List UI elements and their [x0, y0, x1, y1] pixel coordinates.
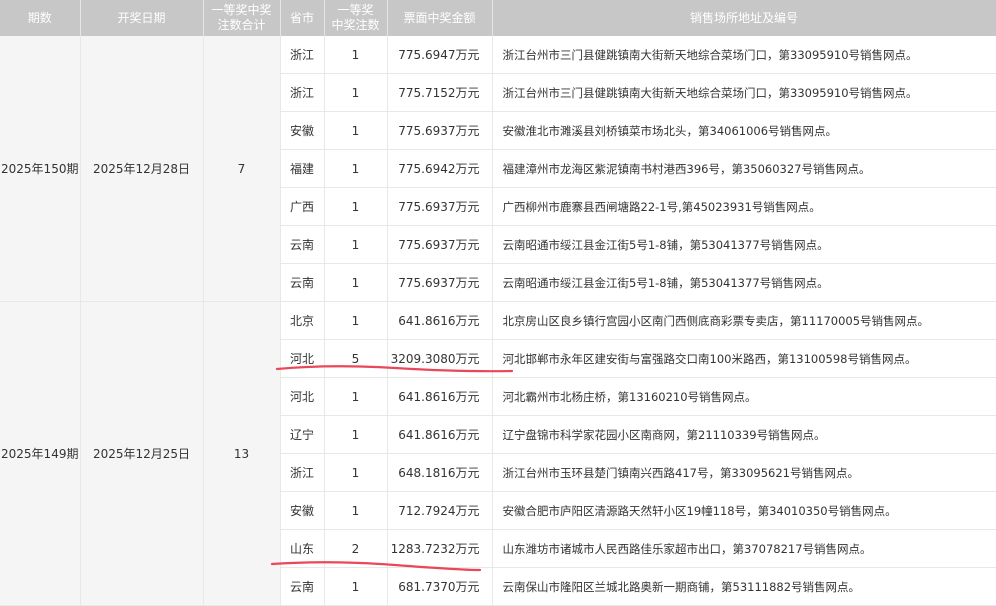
amount-cell: 641.8616万元 — [387, 301, 493, 340]
table-row: 2025年150期 2025年12月28日 7 浙江 1 775.6947万元 … — [0, 36, 996, 302]
amount-cell: 775.6937万元 — [387, 263, 493, 302]
header-issue: 期数 — [0, 0, 81, 36]
address-cell: 浙江台州市三门县健跳镇南大街新天地综合菜场门口，第33095910号销售网点。 — [492, 36, 996, 74]
header-total-line1: 一等奖中奖 — [211, 3, 272, 17]
province-cell: 广西 — [280, 187, 325, 226]
amount-cell: 1283.7232万元 — [387, 529, 493, 568]
count-cell: 1 — [324, 377, 388, 416]
province-cell: 北京 — [280, 301, 325, 340]
province-cell: 云南 — [280, 567, 325, 606]
province-cell: 河北 — [280, 339, 325, 378]
header-total: 一等奖中奖 注数合计 — [203, 0, 281, 36]
header-date: 开奖日期 — [80, 0, 204, 36]
count-cell: 1 — [324, 415, 388, 454]
amount-cell: 775.6942万元 — [387, 149, 493, 188]
address-cell: 安徽淮北市濉溪县刘桥镇菜市场北头，第34061006号销售网点。 — [492, 111, 996, 150]
count-cell: 1 — [324, 73, 388, 112]
amount-cell: 775.6937万元 — [387, 111, 493, 150]
header-winners: 一等奖 中奖注数 — [324, 0, 388, 36]
amount-cell: 641.8616万元 — [387, 377, 493, 416]
count-cell: 1 — [324, 111, 388, 150]
date-cell: 2025年12月28日 — [80, 36, 204, 302]
amount-cell: 775.7152万元 — [387, 73, 493, 112]
address-cell: 云南昭通市绥江县金江街5号1-8铺，第53041377号销售网点。 — [492, 263, 996, 302]
address-cell: 河北霸州市北杨庄桥，第13160210号销售网点。 — [492, 377, 996, 416]
header-amount: 票面中奖金额 — [387, 0, 493, 36]
total-cell: 7 — [203, 36, 281, 302]
address-cell: 河北邯郸市永年区建安街与富强路交口南100米路西，第13100598号销售网点。 — [492, 339, 996, 378]
address-cell: 浙江台州市三门县健跳镇南大街新天地综合菜场门口，第33095910号销售网点。 — [492, 73, 996, 112]
province-cell: 山东 — [280, 529, 325, 568]
count-cell: 1 — [324, 453, 388, 492]
province-cell: 辽宁 — [280, 415, 325, 454]
count-cell: 2 — [324, 529, 388, 568]
address-cell: 山东潍坊市诸城市人民西路佳乐家超市出口，第37078217号销售网点。 — [492, 529, 996, 568]
address-cell: 浙江台州市玉环县楚门镇南兴西路417号，第33095621号销售网点。 — [492, 453, 996, 492]
amount-cell: 775.6937万元 — [387, 187, 493, 226]
amount-cell: 3209.3080万元 — [387, 339, 493, 378]
address-cell: 福建漳州市龙海区紫泥镇南书村港西396号，第35060327号销售网点。 — [492, 149, 996, 188]
count-cell: 1 — [324, 36, 388, 74]
province-cell: 云南 — [280, 263, 325, 302]
count-cell: 1 — [324, 567, 388, 606]
amount-cell: 712.7924万元 — [387, 491, 493, 530]
count-cell: 5 — [324, 339, 388, 378]
header-winners-line2: 中奖注数 — [331, 18, 380, 32]
province-cell: 安徽 — [280, 491, 325, 530]
province-cell: 浙江 — [280, 453, 325, 492]
count-cell: 1 — [324, 225, 388, 264]
table-row: 2025年149期 2025年12月25日 13 北京 1 641.8616万元… — [0, 301, 996, 606]
province-cell: 福建 — [280, 149, 325, 188]
total-cell: 13 — [203, 301, 281, 606]
count-cell: 1 — [324, 491, 388, 530]
issue-cell: 2025年150期 — [0, 36, 81, 302]
address-cell: 广西柳州市鹿寨县西闸塘路22-1号,第45023931号销售网点。 — [492, 187, 996, 226]
address-cell: 安徽合肥市庐阳区清源路天然轩小区19幢118号，第34010350号销售网点。 — [492, 491, 996, 530]
amount-cell: 775.6937万元 — [387, 225, 493, 264]
prize-table: 期数 开奖日期 一等奖中奖 注数合计 省市 一等奖 中奖注数 票面中奖金额 销售… — [0, 0, 996, 606]
address-cell: 北京房山区良乡镇行宫园小区南门西侧底商彩票专卖店，第11170005号销售网点。 — [492, 301, 996, 340]
amount-cell: 775.6947万元 — [387, 36, 493, 74]
count-cell: 1 — [324, 149, 388, 188]
province-cell: 浙江 — [280, 73, 325, 112]
amount-cell: 641.8616万元 — [387, 415, 493, 454]
address-cell: 云南保山市隆阳区兰城北路奥新一期商铺，第53111882号销售网点。 — [492, 567, 996, 606]
address-cell: 云南昭通市绥江县金江街5号1-8铺，第53041377号销售网点。 — [492, 225, 996, 264]
header-winners-line1: 一等奖 — [337, 3, 374, 17]
count-cell: 1 — [324, 263, 388, 302]
header-province: 省市 — [280, 0, 325, 36]
table-header-row: 期数 开奖日期 一等奖中奖 注数合计 省市 一等奖 中奖注数 票面中奖金额 销售… — [0, 0, 996, 36]
header-total-line2: 注数合计 — [217, 18, 266, 32]
count-cell: 1 — [324, 187, 388, 226]
province-cell: 河北 — [280, 377, 325, 416]
header-address: 销售场所地址及编号 — [492, 0, 996, 36]
issue-cell: 2025年149期 — [0, 301, 81, 606]
count-cell: 1 — [324, 301, 388, 340]
date-cell: 2025年12月25日 — [80, 301, 204, 606]
address-cell: 辽宁盘锦市科学家花园小区南商网，第21110339号销售网点。 — [492, 415, 996, 454]
province-cell: 云南 — [280, 225, 325, 264]
province-cell: 安徽 — [280, 111, 325, 150]
amount-cell: 648.1816万元 — [387, 453, 493, 492]
amount-cell: 681.7370万元 — [387, 567, 493, 606]
province-cell: 浙江 — [280, 36, 325, 74]
